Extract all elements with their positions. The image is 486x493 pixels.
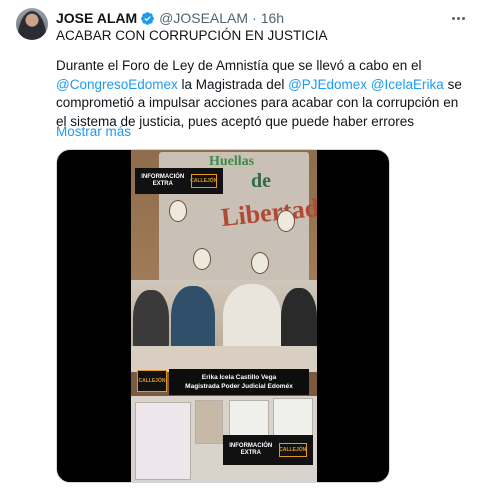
separator-dot: ·	[252, 10, 257, 26]
mention-pjedomex[interactable]: @PJEdomex	[288, 77, 367, 92]
banner-portrait	[193, 248, 211, 270]
caption-line-1: Erika Icela Castillo Vega	[201, 374, 277, 381]
logo-brand: CALLEJÓN	[278, 443, 307, 457]
banner-portrait	[169, 200, 187, 222]
logo-brand: CALLEJÓN	[190, 174, 217, 188]
video-player[interactable]: Huellas de Libertad INFORMACIÓN EXTRA CAL…	[56, 149, 390, 483]
banner-word-3: Libertad	[219, 192, 317, 233]
logo-line-1: INFORMACIÓN	[229, 443, 273, 449]
video-logo-bottom: INFORMACIÓN EXTRA CALLEJÓN	[223, 435, 313, 465]
logo-line-2: EXTRA	[240, 450, 261, 456]
caption-logo: CALLEJÓN	[137, 370, 167, 392]
video-frame[interactable]: Huellas de Libertad INFORMACIÓN EXTRA CAL…	[131, 150, 317, 482]
banner-word-2: de	[251, 170, 271, 192]
tweet-timestamp[interactable]: 16h	[261, 10, 284, 26]
caption-line-2: Magistrada Poder Judicial Edoméx	[185, 383, 293, 390]
tweet-headline: ACABAR CON CORRUPCIÓN EN JUSTICIA	[56, 28, 328, 43]
person-2	[171, 286, 215, 352]
logo-line-1: INFORMACIÓN	[141, 174, 185, 180]
video-caption: Erika Icela Castillo Vega Magistrada Pod…	[169, 369, 309, 395]
lower-photo	[195, 400, 223, 444]
mention-congresoedomex[interactable]: @CongresoEdomex	[56, 77, 178, 92]
banner-portrait	[251, 252, 269, 274]
author-handle[interactable]: @JOSEALAM	[159, 10, 248, 26]
person-3	[223, 284, 281, 354]
show-more-link[interactable]: Mostrar más	[56, 124, 131, 139]
lower-sign	[229, 400, 269, 440]
author-avatar[interactable]	[16, 8, 48, 40]
logo-line-2: EXTRA	[152, 181, 173, 187]
mention-icelaerika[interactable]: @IcelaErika	[371, 77, 444, 92]
person-4	[281, 288, 317, 352]
banner-portrait	[277, 210, 295, 232]
tweet-header: JOSE ALAM @JOSEALAM · 16h	[56, 8, 470, 28]
more-options-icon[interactable]	[448, 10, 468, 26]
tweet-body: Durante el Foro de Ley de Amnistía que s…	[56, 57, 464, 131]
person-1	[133, 290, 169, 350]
lower-sign	[135, 402, 191, 480]
author-name[interactable]: JOSE ALAM	[56, 10, 137, 26]
tweet-text-segment: la Magistrada del	[177, 76, 289, 92]
tweet-text-segment: Durante el Foro de Ley de Amnistía que s…	[56, 58, 422, 73]
video-logo-top: INFORMACIÓN EXTRA CALLEJÓN	[135, 168, 223, 194]
verified-badge-icon	[140, 11, 155, 26]
